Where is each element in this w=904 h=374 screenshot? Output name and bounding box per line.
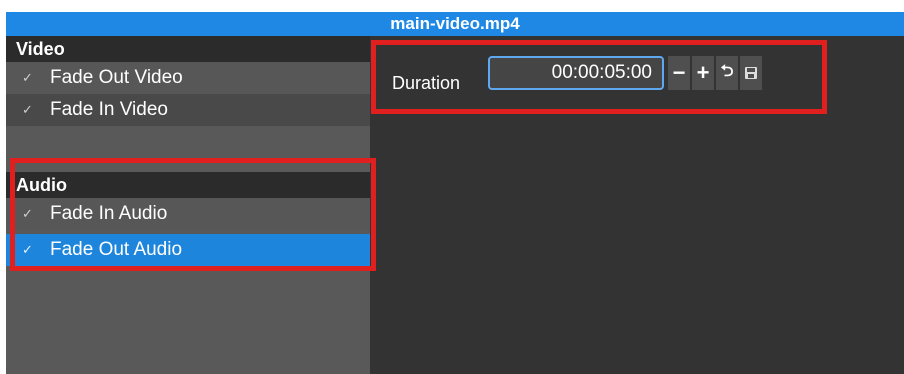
undo-button[interactable]: ⮌: [716, 56, 738, 90]
sidebar-item-label: Fade In Audio: [50, 203, 168, 224]
top-strip: [0, 0, 904, 12]
sidebar-item-fade-out-video[interactable]: ✓ Fade Out Video: [6, 62, 370, 94]
sidebar-item-fade-out-audio[interactable]: ✓ Fade Out Audio: [6, 234, 370, 266]
sidebar-item-label: Fade In Video: [50, 99, 168, 120]
sidebar-item-label: Fade Out Video: [50, 67, 183, 88]
save-icon: [745, 67, 757, 79]
plus-button[interactable]: +: [692, 56, 714, 90]
duration-label: Duration: [392, 73, 461, 93]
sidebar-item-label: Fade Out Audio: [50, 239, 183, 260]
minus-button[interactable]: −: [668, 56, 690, 90]
checkmark-icon: ✓: [22, 206, 33, 221]
sidebar-item-fade-in-video[interactable]: ✓ Fade In Video: [6, 94, 370, 126]
checkmark-icon: ✓: [22, 242, 33, 257]
properties-panel: Duration 00:00:05:00 − + ⮌: [370, 36, 904, 374]
checkmark-icon: ✓: [22, 102, 33, 117]
group-header-video: Video: [6, 36, 370, 62]
group-header-audio: Audio: [6, 172, 370, 198]
window-title: main-video.mp4: [6, 12, 904, 36]
minus-icon: −: [672, 60, 686, 85]
undo-icon: ⮌: [720, 62, 734, 80]
sidebar-item-fade-in-audio[interactable]: ✓ Fade In Audio: [6, 198, 370, 230]
duration-input[interactable]: 00:00:05:00: [488, 56, 664, 90]
effects-sidebar: Video ✓ Fade Out Video ✓ Fade In Video A…: [6, 36, 370, 374]
effect-properties-window: main-video.mp4 Video ✓ Fade Out Video ✓ …: [6, 12, 904, 374]
checkmark-icon: ✓: [22, 70, 33, 85]
plus-icon: +: [696, 60, 710, 85]
save-button[interactable]: [740, 56, 762, 90]
